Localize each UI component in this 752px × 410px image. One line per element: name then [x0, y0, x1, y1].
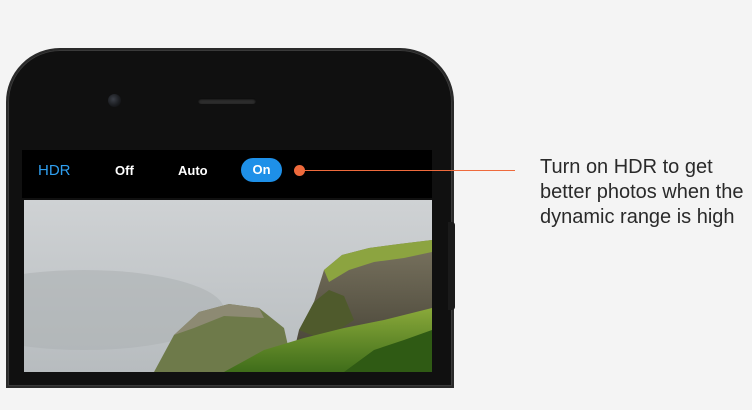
hdr-mode-label: HDR — [38, 162, 71, 179]
front-camera-icon — [108, 94, 121, 107]
illustration-canvas: HDR Off Auto On Turn on HDR to get bette… — [0, 0, 752, 410]
callout-marker-dot — [294, 165, 305, 176]
camera-viewfinder-photo — [24, 200, 432, 372]
hdr-option-off[interactable]: Off — [115, 163, 134, 178]
landscape-image — [24, 200, 432, 372]
hdr-option-on[interactable]: On — [241, 158, 282, 182]
callout-connector-line — [300, 170, 515, 171]
camera-settings-bar — [22, 150, 432, 198]
callout-description: Turn on HDR to get better photos when th… — [540, 156, 744, 228]
hdr-option-auto[interactable]: Auto — [178, 163, 208, 178]
side-button — [448, 222, 455, 310]
earpiece-speaker-icon — [198, 98, 256, 104]
